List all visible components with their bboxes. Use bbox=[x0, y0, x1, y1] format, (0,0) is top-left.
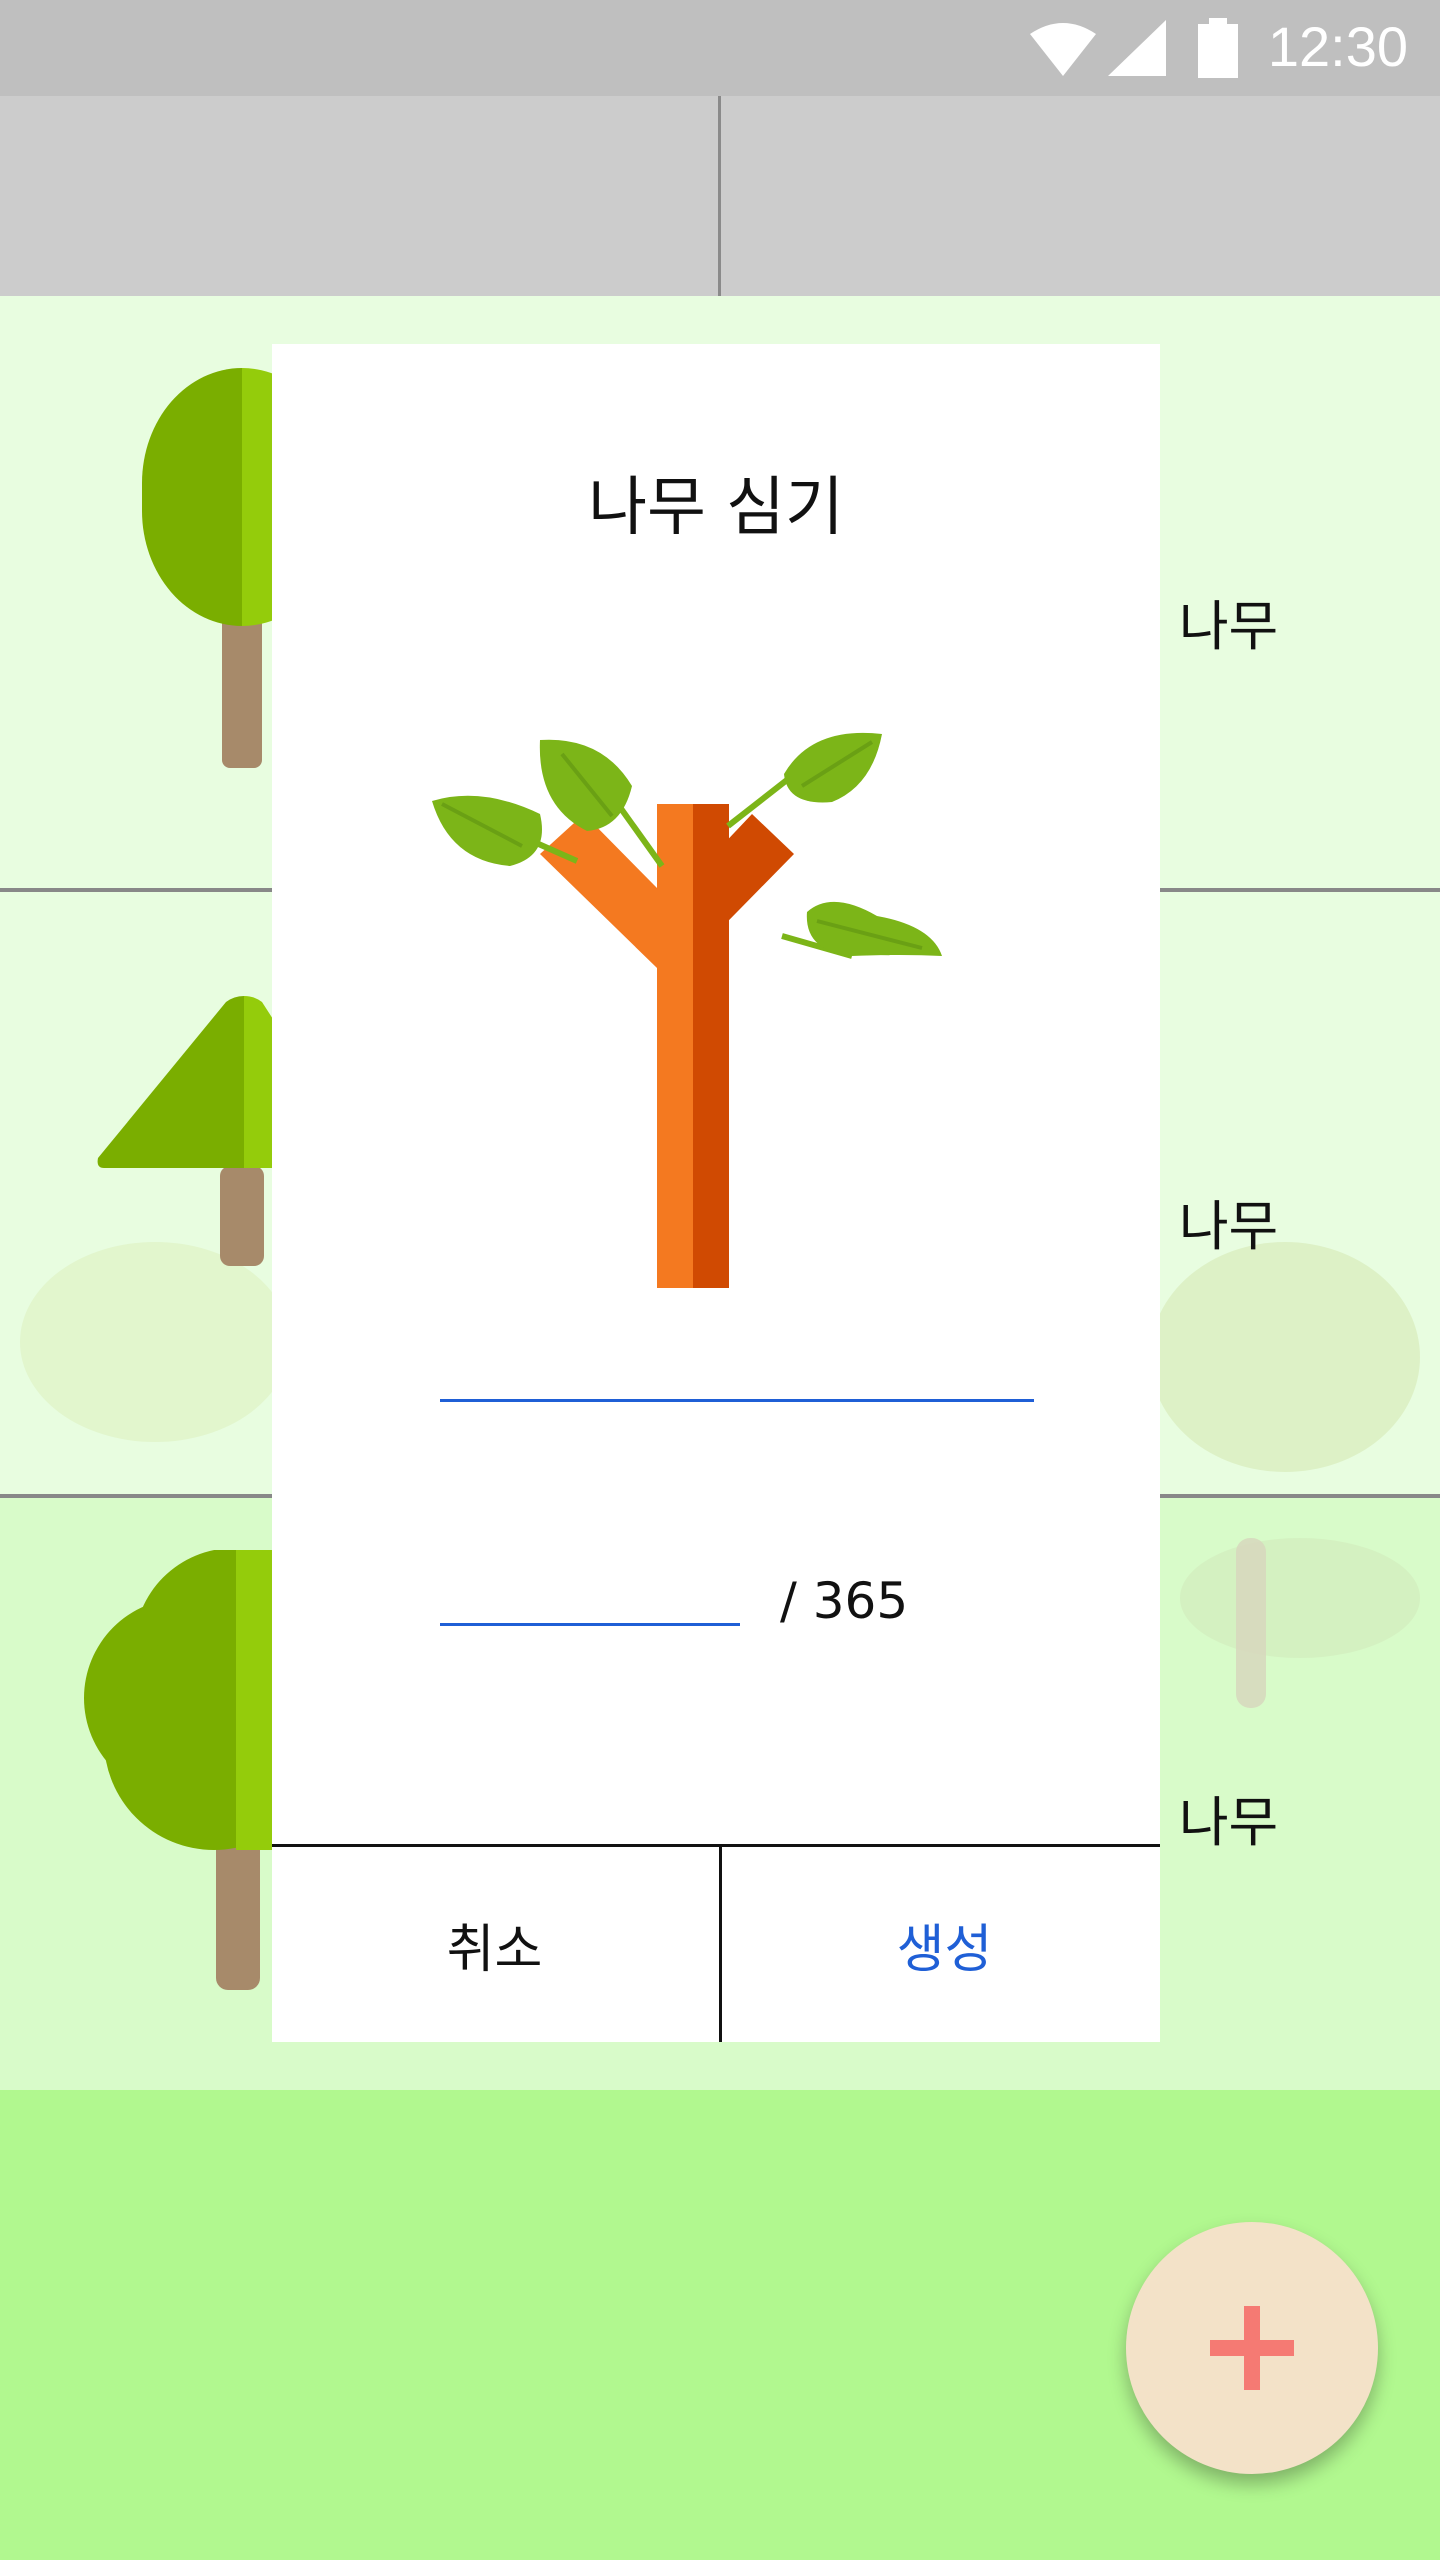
days-total-label: / 365 bbox=[780, 1572, 909, 1630]
days-input-underline bbox=[440, 1623, 740, 1626]
sapling-icon bbox=[432, 732, 942, 1288]
cancel-button[interactable]: 취소 bbox=[272, 1847, 717, 2042]
tree-name-input[interactable] bbox=[440, 1304, 1034, 1399]
status-bar: 12:30 bbox=[0, 0, 1440, 96]
status-time: 12:30 bbox=[1267, 15, 1408, 78]
tab-divider bbox=[718, 96, 721, 296]
wifi-icon bbox=[1030, 23, 1096, 76]
cell-signal-icon bbox=[1108, 20, 1166, 76]
create-button[interactable]: 생성 bbox=[722, 1847, 1167, 2042]
dialog-title: 나무 심기 bbox=[588, 471, 844, 545]
faded-tree-shape bbox=[1180, 1538, 1420, 1658]
faded-tree-shape bbox=[20, 1242, 290, 1442]
faded-tree-shape bbox=[1150, 1242, 1420, 1472]
battery-icon bbox=[1198, 18, 1238, 78]
tree-name-input-underline bbox=[440, 1399, 1034, 1402]
plant-tree-dialog: 나무 심기 / 365 취소 생성 bbox=[272, 344, 1160, 2042]
faded-tree-trunk bbox=[1236, 1538, 1266, 1708]
tab-right[interactable] bbox=[721, 96, 1440, 296]
plus-icon bbox=[1210, 2306, 1294, 2390]
days-input[interactable] bbox=[440, 1528, 740, 1623]
add-tree-fab[interactable] bbox=[1126, 2222, 1378, 2474]
tab-left[interactable] bbox=[0, 96, 718, 296]
